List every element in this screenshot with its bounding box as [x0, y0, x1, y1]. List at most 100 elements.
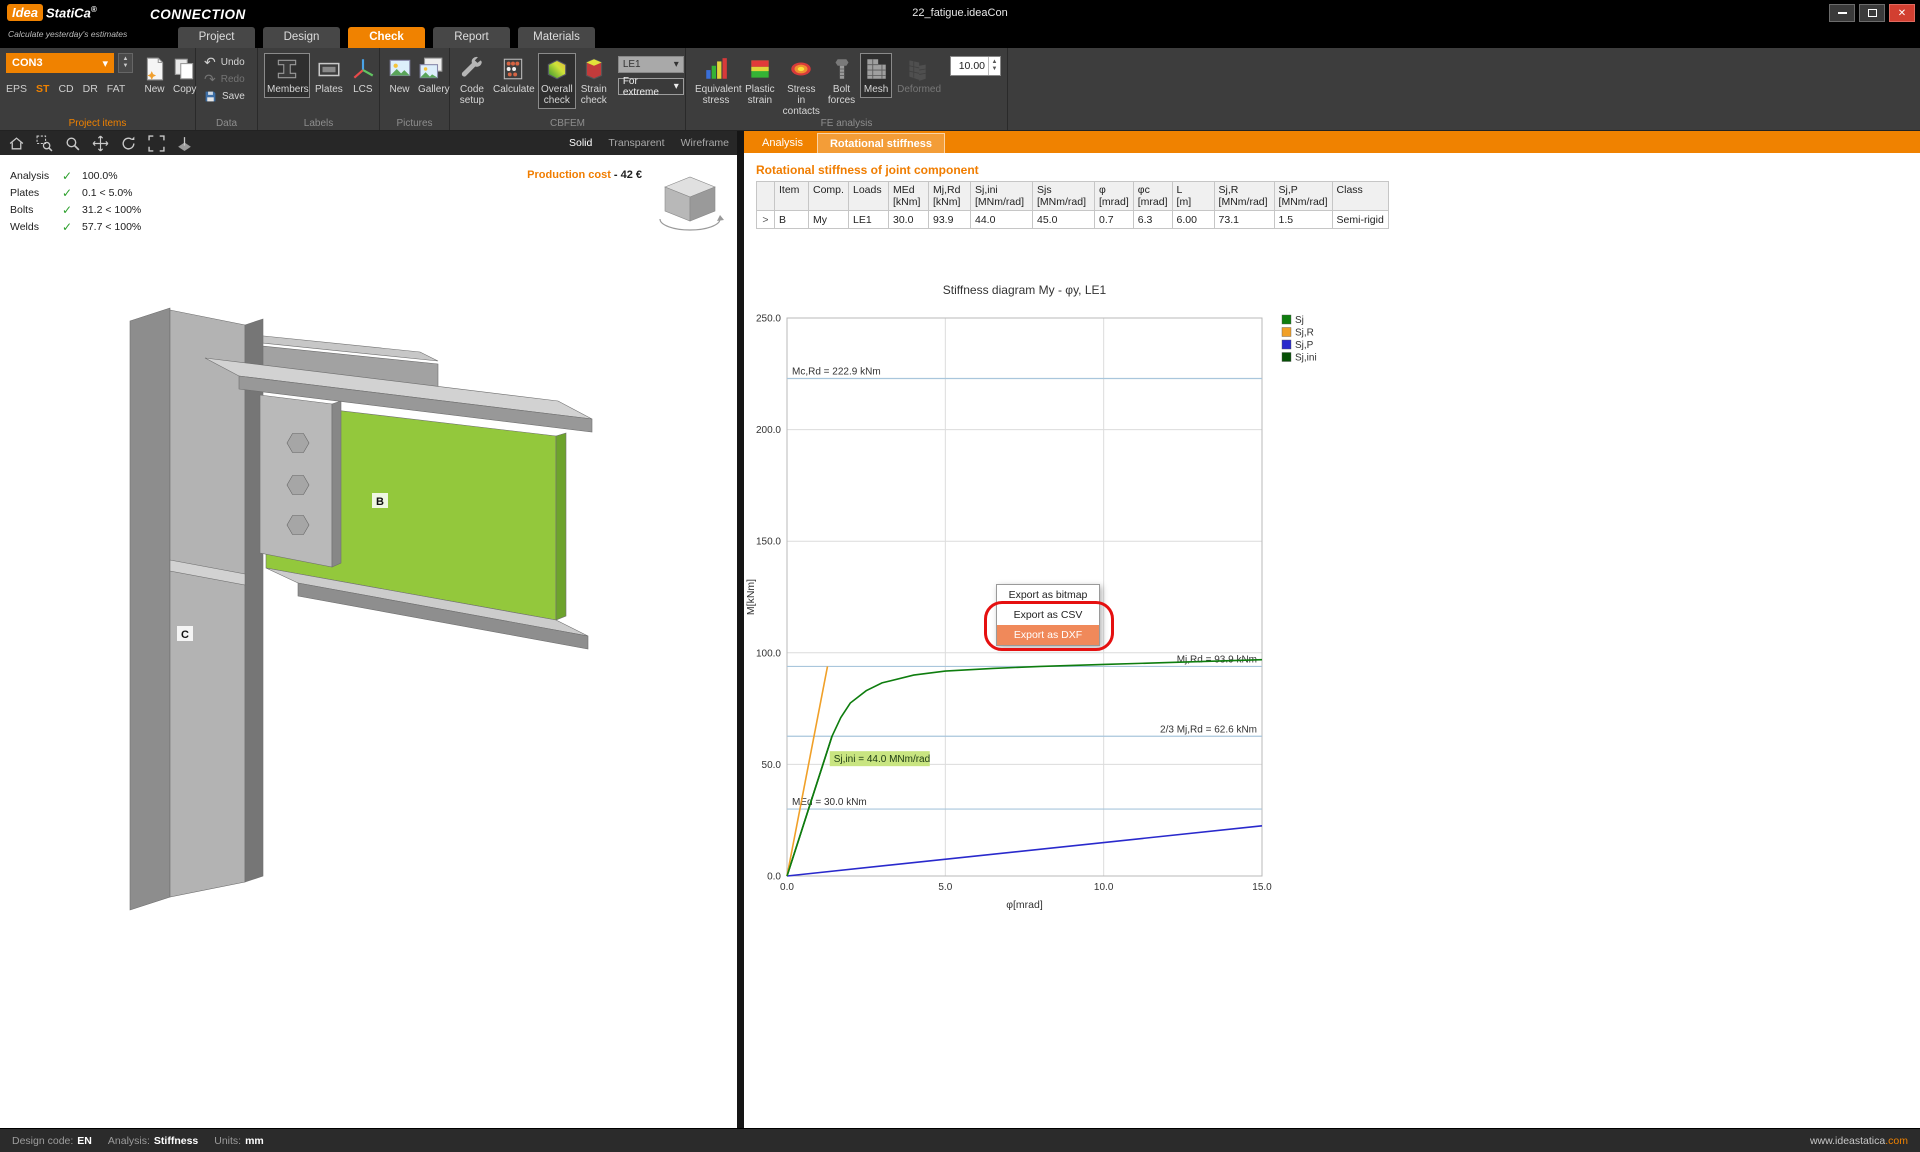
stress-in-contacts-button[interactable]: Stress in contacts	[780, 53, 823, 121]
analysis-type-value: Stiffness	[153, 1134, 199, 1147]
pan-icon[interactable]	[92, 135, 109, 152]
tab-analysis-results[interactable]: Analysis	[750, 133, 815, 153]
member-label-c: C	[181, 629, 189, 641]
tab-design[interactable]: Design	[263, 27, 340, 48]
tab-materials[interactable]: Materials	[518, 27, 595, 48]
results-content: Rotational stiffness of joint component …	[744, 153, 1920, 1128]
gallery-button[interactable]: Gallery	[415, 53, 450, 98]
deformed-button[interactable]: Deformed	[894, 53, 941, 98]
table-row[interactable]: > B My LE1 30.0 93.9 44.0 45.0 0.7 6.3 6.00 73.1 1.5…	[756, 210, 1389, 229]
column-header[interactable]: L [m]	[1171, 181, 1215, 211]
mode-dr[interactable]: DR	[83, 83, 98, 95]
zoom-window-icon[interactable]	[36, 135, 53, 152]
plate-icon	[318, 62, 340, 77]
equivalent-stress-button[interactable]: Equivalent stress	[692, 53, 742, 109]
strain-check-button[interactable]: Strain check	[578, 53, 610, 109]
maximize-button[interactable]	[1859, 4, 1885, 22]
redo-button[interactable]: ↷ Redo	[204, 71, 249, 87]
maximize-icon	[1867, 9, 1877, 17]
code-setup-button[interactable]: Code setup	[456, 53, 488, 109]
column-header[interactable]: Sjs [MNm/rad]	[1032, 181, 1095, 211]
new-project-item-button[interactable]: New	[141, 53, 168, 98]
column-header[interactable]: φ [mrad]	[1094, 181, 1134, 211]
save-button[interactable]: Save	[204, 88, 249, 104]
plastic-strain-button[interactable]: Plastic strain	[742, 53, 778, 109]
column-flange-front	[129, 307, 171, 911]
axes-icon	[353, 59, 374, 79]
column-header[interactable]: Loads	[848, 181, 889, 211]
3d-viewport[interactable]: Analysis ✓ 100.0% Plates ✓ 0.1 < 5.0% Bolts ✓…	[0, 155, 737, 1128]
menu-item-export-bitmap[interactable]: Export as bitmap	[997, 585, 1099, 605]
zoom-icon[interactable]	[64, 135, 81, 152]
tab-check[interactable]: Check	[348, 27, 425, 48]
svg-text:15.0: 15.0	[1252, 882, 1272, 893]
3d-model[interactable]: B C	[0, 155, 737, 1128]
zoom-fit-icon[interactable]	[148, 134, 165, 152]
table-cell: 93.9	[928, 210, 971, 229]
tab-rotational-stiffness[interactable]: Rotational stiffness	[816, 133, 946, 153]
display-mode-wireframe[interactable]: Wireframe	[681, 137, 729, 149]
row-expander[interactable]: >	[756, 210, 775, 229]
column-header[interactable]: Sj,ini [MNm/rad]	[970, 181, 1033, 211]
chevron-down-icon: ▾	[673, 59, 679, 70]
svg-text:0.0: 0.0	[780, 882, 794, 893]
column-header[interactable]: Comp.	[808, 181, 849, 211]
column-header[interactable]: MEd [kNm]	[888, 181, 929, 211]
table-cell: 44.0	[970, 210, 1033, 229]
copy-project-item-button[interactable]: Copy	[170, 53, 198, 98]
column-header[interactable]: φc [mrad]	[1132, 181, 1173, 211]
menu-item-export-csv[interactable]: Export as CSV	[997, 605, 1099, 625]
menu-item-export-dxf[interactable]: Export as DXF	[997, 625, 1099, 645]
display-mode-transparent[interactable]: Transparent	[608, 137, 664, 149]
section-plane-icon[interactable]	[176, 135, 193, 152]
tab-project[interactable]: Project	[178, 27, 255, 48]
column-header[interactable]: Mj,Rd [kNm]	[928, 181, 971, 211]
new-picture-button[interactable]: New	[386, 53, 413, 98]
rotate-icon[interactable]	[120, 135, 137, 152]
overall-check-button[interactable]: Overall check	[538, 53, 576, 110]
viewer-panel: Solid Transparent Wireframe Analysis ✓ 100…	[0, 131, 737, 1128]
scale-value: 10.00	[958, 60, 985, 72]
column-header[interactable]: Item	[774, 181, 809, 211]
arrow-down-icon: ▼	[122, 63, 129, 69]
home-view-icon[interactable]	[8, 135, 25, 152]
table-cell: 6.00	[1171, 210, 1215, 229]
extreme-select[interactable]: For extreme ▾	[617, 76, 684, 98]
column-header[interactable]: Class	[1331, 181, 1389, 211]
plates-toggle-button[interactable]: Plates	[312, 53, 346, 98]
redo-icon: ↷	[204, 71, 216, 87]
mode-st[interactable]: ST	[36, 83, 49, 95]
table-cell: 73.1	[1213, 210, 1275, 229]
spinner-arrows[interactable]: ▲ ▼	[988, 57, 1000, 75]
column-header[interactable]: Sj,P [MNm/rad]	[1273, 181, 1333, 211]
display-mode-solid[interactable]: Solid	[569, 137, 592, 149]
mesh-button[interactable]: Mesh	[860, 53, 893, 99]
undo-button[interactable]: ↶ Undo	[204, 54, 249, 70]
project-item-select[interactable]: CON3 ▾	[6, 53, 114, 73]
members-toggle-button[interactable]: Members	[264, 53, 310, 99]
ribbon-group-project-items: CON3 ▾ ▲ ▼ EPS ST CD DR FAT New Copy Pro…	[0, 48, 196, 130]
calculate-button[interactable]: Calculate	[490, 53, 536, 98]
ribbon-group-cbfem: Code setup Calculate Overall check Strai…	[450, 48, 686, 130]
table-cell: 6.3	[1132, 210, 1173, 229]
deformed-mesh-icon	[909, 60, 926, 81]
column-header[interactable]: Sj,R [MNm/rad]	[1213, 181, 1275, 211]
mode-fat[interactable]: FAT	[107, 83, 125, 95]
mode-eps[interactable]: EPS	[6, 83, 27, 95]
units-value: mm	[245, 1134, 264, 1147]
minimize-button[interactable]	[1829, 4, 1855, 22]
website-link[interactable]: www.ideastatica.com	[1810, 1135, 1908, 1147]
svg-text:Sj,P: Sj,P	[1295, 340, 1314, 351]
mode-cd[interactable]: CD	[58, 83, 73, 95]
deformation-scale-input[interactable]: 10.00 ▲ ▼	[950, 56, 1001, 76]
load-effect-select[interactable]: LE1 ▾	[617, 56, 684, 73]
close-button[interactable]: ✕	[1889, 4, 1915, 22]
tab-report[interactable]: Report	[433, 27, 510, 48]
lcs-toggle-button[interactable]: LCS	[348, 53, 378, 98]
bolt-icon	[835, 59, 849, 79]
strain-map-icon	[751, 60, 769, 78]
beam-web-end-edge	[555, 432, 567, 621]
member-label-b: B	[376, 496, 384, 508]
bolt-forces-button[interactable]: Bolt forces	[825, 53, 858, 109]
project-item-stepper[interactable]: ▲ ▼	[118, 53, 133, 73]
